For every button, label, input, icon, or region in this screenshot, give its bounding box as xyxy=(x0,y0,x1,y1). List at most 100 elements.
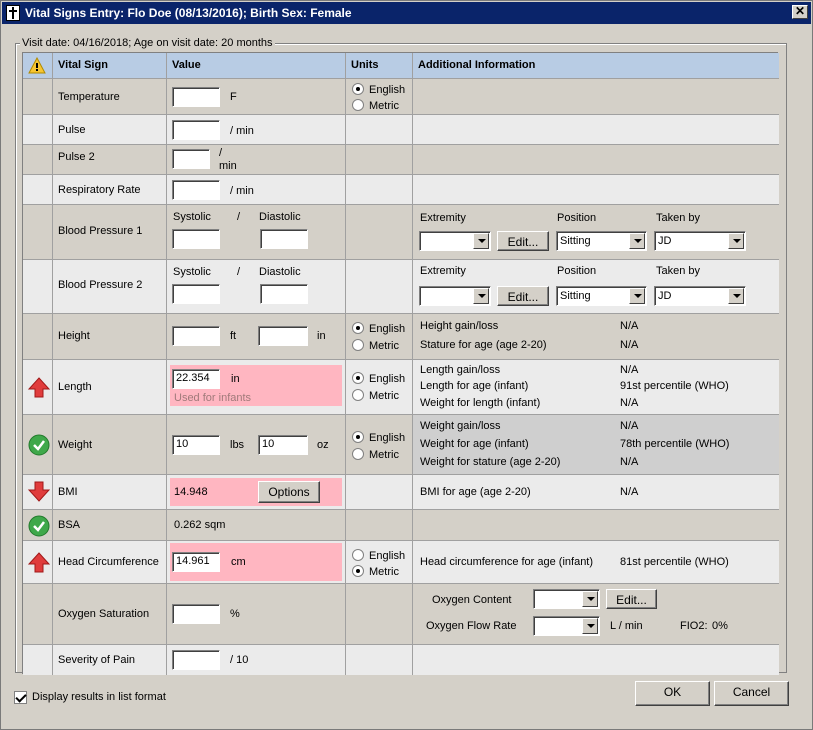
fio2-value: 0% xyxy=(712,620,728,632)
height-in-input[interactable] xyxy=(258,326,308,346)
ok-button[interactable]: OK xyxy=(635,681,710,706)
bp2-edit-button[interactable]: Edit... xyxy=(497,286,549,306)
bp2-systolic-label: Systolic xyxy=(173,266,211,278)
weight-lbs-input[interactable]: 10 xyxy=(172,435,220,455)
pulse-unit: / min xyxy=(230,125,254,137)
head-label: Head Circumference xyxy=(58,556,159,568)
bp2-systolic-input[interactable] xyxy=(172,284,220,304)
chevron-down-icon xyxy=(629,233,645,249)
cancel-button[interactable]: Cancel xyxy=(714,681,789,706)
length-note: Used for infants xyxy=(174,392,252,404)
length-info-label: Length gain/loss xyxy=(420,364,501,376)
head-unit: cm xyxy=(231,556,246,568)
bsa-value: 0.262 sqm xyxy=(174,519,226,531)
bp1-position-label: Position xyxy=(557,212,597,224)
bp2-diastolic-input[interactable] xyxy=(260,284,308,304)
weight-info-label: Weight for age (infant) xyxy=(420,438,529,450)
bp2-extremity-select[interactable] xyxy=(419,286,491,306)
oxygen-content-select[interactable] xyxy=(533,589,600,609)
bp1-extremity-select[interactable] xyxy=(419,231,491,251)
bp2-taken-by-select[interactable]: JD xyxy=(654,286,746,306)
height-metric-radio[interactable]: Metric xyxy=(352,339,399,352)
chevron-down-icon xyxy=(728,233,744,249)
weight-oz-input[interactable]: 10 xyxy=(258,435,308,455)
length-info-value: N/A xyxy=(620,397,639,409)
pain-label: Severity of Pain xyxy=(58,654,136,666)
bp1-position-select[interactable]: Sitting xyxy=(556,231,647,251)
bp2-position-select[interactable]: Sitting xyxy=(556,286,647,306)
length-info-label: Weight for length (infant) xyxy=(420,397,541,409)
bp2-label: Blood Pressure 2 xyxy=(58,279,143,291)
bp1-label: Blood Pressure 1 xyxy=(58,225,143,237)
height-info-value: N/A xyxy=(620,320,639,332)
length-info-value: 91st percentile (WHO) xyxy=(620,380,729,392)
weight-metric-radio[interactable]: Metric xyxy=(352,448,399,461)
weight-english-radio[interactable]: English xyxy=(352,431,405,444)
head-english-radio[interactable]: English xyxy=(352,549,405,562)
oxygen-input[interactable] xyxy=(172,604,220,624)
bp1-systolic-label: Systolic xyxy=(173,211,211,223)
pain-input[interactable] xyxy=(172,650,220,670)
oxygen-flow-unit: L / min xyxy=(610,620,643,632)
oxygen-edit-button[interactable]: Edit... xyxy=(606,589,657,609)
length-metric-radio[interactable]: Metric xyxy=(352,389,399,402)
title-bar[interactable]: Vital Signs Entry: Flo Doe (08/13/2016);… xyxy=(2,2,811,24)
fio2-label: FIO2: xyxy=(680,620,708,632)
row-bp1: Blood Pressure 1 Systolic / Diastolic Ex… xyxy=(23,205,779,260)
chevron-down-icon xyxy=(473,233,489,249)
oxygen-content-label: Oxygen Content xyxy=(432,594,512,606)
row-length: Length 22.354 in Used for infants Englis… xyxy=(23,360,779,415)
height-ft-unit: ft xyxy=(230,330,237,342)
pulse2-input[interactable] xyxy=(172,149,210,169)
length-label: Length xyxy=(58,381,92,393)
bmi-info-label: BMI for age (age 2-20) xyxy=(420,486,531,498)
bp1-edit-button[interactable]: Edit... xyxy=(497,231,549,251)
vitals-grid: Vital Sign Value Units Additional Inform… xyxy=(22,52,779,675)
bp1-taken-by-select[interactable]: JD xyxy=(654,231,746,251)
row-respiratory: Respiratory Rate / min xyxy=(23,175,779,205)
bmi-label: BMI xyxy=(58,486,78,498)
bp1-diastolic-input[interactable] xyxy=(260,229,308,249)
height-english-radio[interactable]: English xyxy=(352,322,405,335)
pain-unit: / 10 xyxy=(230,654,249,666)
length-english-radio[interactable]: English xyxy=(352,372,405,385)
oxygen-flow-label: Oxygen Flow Rate xyxy=(426,620,517,632)
length-info-value: N/A xyxy=(620,364,639,376)
row-head-circumference: Head Circumference 14.961 cm English Met… xyxy=(23,541,779,584)
temperature-metric-radio[interactable]: Metric xyxy=(352,99,399,112)
row-pain: Severity of Pain / 10 xyxy=(23,645,779,675)
weight-lbs-unit: lbs xyxy=(230,439,245,451)
close-button[interactable]: ✕ xyxy=(792,5,808,19)
bmi-options-button[interactable]: Options xyxy=(258,481,320,503)
visit-label: Visit date: 04/16/2018; Age on visit dat… xyxy=(20,37,275,49)
oxygen-label: Oxygen Saturation xyxy=(58,608,150,620)
row-bsa: BSA 0.262 sqm xyxy=(23,510,779,541)
oxygen-flow-select[interactable] xyxy=(533,616,600,636)
row-oxygen: Oxygen Saturation % Oxygen Content Edit.… xyxy=(23,584,779,645)
chevron-down-icon xyxy=(473,288,489,304)
column-header-units: Units xyxy=(351,59,379,71)
pulse-input[interactable] xyxy=(172,120,220,140)
header-row: Vital Sign Value Units Additional Inform… xyxy=(23,53,779,79)
bmi-value: 14.948 xyxy=(174,486,208,498)
temperature-english-radio[interactable]: English xyxy=(352,83,405,96)
head-info-value: 81st percentile (WHO) xyxy=(620,556,729,568)
bp1-systolic-input[interactable] xyxy=(172,229,220,249)
head-input[interactable]: 14.961 xyxy=(172,552,220,572)
bmi-info-value: N/A xyxy=(620,486,639,498)
bp2-extremity-label: Extremity xyxy=(420,265,466,277)
column-header-additional: Additional Information xyxy=(418,59,536,71)
head-metric-radio[interactable]: Metric xyxy=(352,565,399,578)
temperature-input[interactable] xyxy=(172,87,220,107)
length-unit: in xyxy=(231,373,240,385)
warning-icon xyxy=(28,57,46,74)
oxygen-unit: % xyxy=(230,608,240,620)
length-input[interactable]: 22.354 xyxy=(172,369,220,389)
length-info-label: Length for age (infant) xyxy=(420,380,529,392)
height-info-label: Stature for age (age 2-20) xyxy=(420,339,547,351)
pulse2-label: Pulse 2 xyxy=(58,151,95,163)
respiratory-input[interactable] xyxy=(172,180,220,200)
height-ft-input[interactable] xyxy=(172,326,220,346)
list-format-checkbox[interactable] xyxy=(14,691,27,704)
check-icon xyxy=(28,515,50,537)
